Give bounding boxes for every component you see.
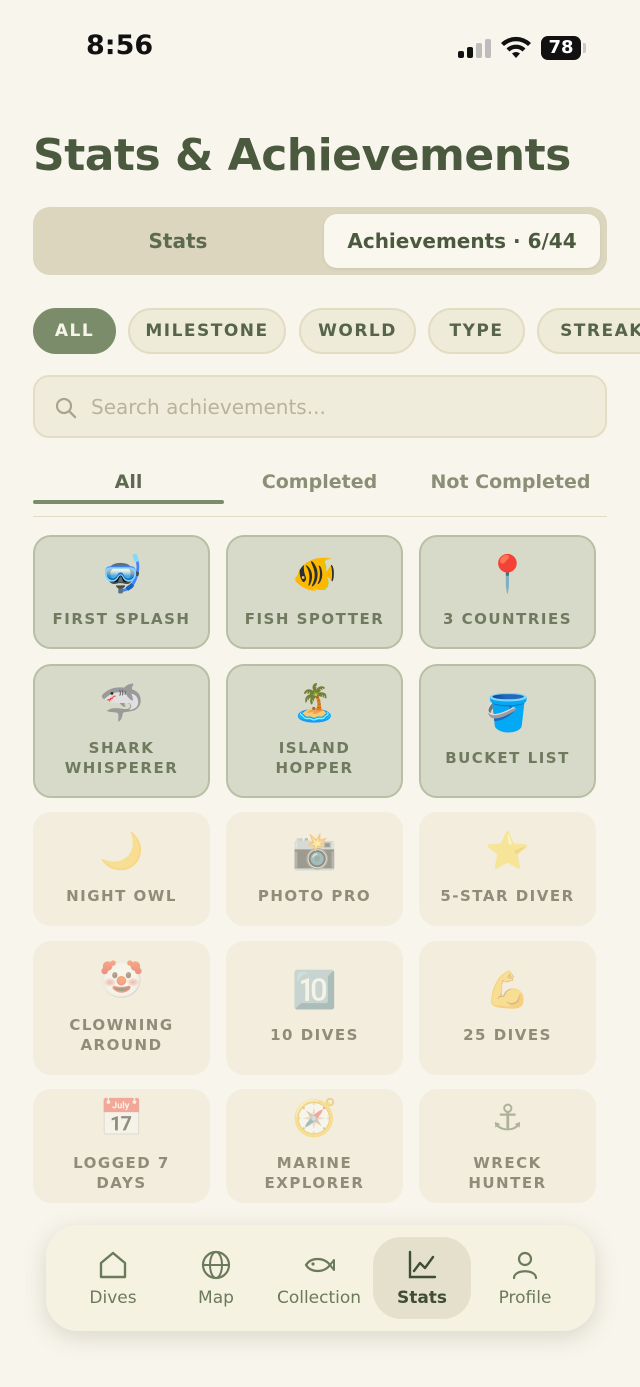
achievement-label: NIGHT OWL (66, 887, 177, 905)
search-bar (33, 375, 607, 438)
chip-milestone[interactable]: MILESTONE (128, 308, 286, 354)
achievement-emoji-icon: 📸 (292, 831, 337, 872)
achievement-label: SHARK WHISPERER (64, 739, 179, 777)
achievement-emoji-icon: ⭐ (485, 831, 530, 872)
fish-icon (304, 1257, 335, 1273)
achievement-tile[interactable]: 🤿 FIRST SPLASH (33, 535, 210, 649)
status-bar: 8:56 78 (0, 0, 640, 95)
tab-bar-item-profile[interactable]: Profile (476, 1237, 574, 1319)
achievement-emoji-icon: 🌙 (99, 831, 144, 872)
achievement-emoji-icon: 💪 (485, 970, 530, 1011)
achievement-emoji-icon: 🧭 (292, 1098, 337, 1139)
achievement-tile[interactable]: 📅 LOGGED 7 DAYS (33, 1089, 210, 1203)
achievement-emoji-icon: 🦈 (99, 683, 144, 724)
search-input[interactable] (91, 377, 591, 436)
achievement-emoji-icon: 🤡 (99, 960, 144, 1001)
chip-type[interactable]: TYPE (428, 308, 525, 354)
tab-completed[interactable]: Completed (224, 460, 415, 504)
battery-icon: 78 (541, 36, 581, 60)
chip-world[interactable]: WORLD (299, 308, 416, 354)
tab-bar-label: Dives (89, 1288, 137, 1308)
tab-bar-label: Profile (498, 1288, 552, 1308)
achievement-tile[interactable]: 🦈 SHARK WHISPERER (33, 664, 210, 798)
bottom-tab-bar: Dives Map Collection Stats Profile (46, 1225, 595, 1331)
active-tab-indicator (33, 500, 224, 504)
achievement-tile[interactable]: 📸 PHOTO PRO (226, 812, 403, 926)
achievement-label: CLOWNING AROUND (69, 1016, 174, 1054)
achievement-tile[interactable]: 🐠 FISH SPOTTER (226, 535, 403, 649)
achievement-tile[interactable]: 📍 3 COUNTRIES (419, 535, 596, 649)
tab-bar-item-stats[interactable]: Stats (373, 1237, 471, 1319)
tab-not-completed[interactable]: Not Completed (415, 460, 606, 504)
tab-bar-label: Map (198, 1288, 234, 1308)
wifi-icon (501, 36, 531, 58)
achievement-label: 3 COUNTRIES (442, 610, 573, 628)
tab-bar-item-collection[interactable]: Collection (270, 1237, 368, 1319)
achievement-label: MARINE EXPLORER (264, 1154, 365, 1192)
chip-streak[interactable]: STREAK (537, 308, 640, 354)
segment-stats[interactable]: Stats (33, 207, 323, 275)
achievement-emoji-icon: ⚓ (491, 1098, 524, 1139)
achievement-tile[interactable]: ⭐ 5-STAR DIVER (419, 812, 596, 926)
status-time: 8:56 (86, 30, 154, 61)
tab-bar-label: Collection (276, 1288, 362, 1308)
page-title: Stats & Achievements (33, 130, 571, 181)
achievement-emoji-icon: 🪣 (485, 693, 530, 734)
achievement-label: ISLAND HOPPER (275, 739, 354, 777)
achievement-label: 25 DIVES (463, 1026, 552, 1044)
achievement-label: LOGGED 7 DAYS (73, 1154, 170, 1192)
achievement-emoji-icon: 📅 (99, 1098, 144, 1139)
chart-line-icon (408, 1250, 437, 1279)
achievement-label: WRECK HUNTER (468, 1154, 547, 1192)
cellular-signal-icon (458, 38, 492, 58)
achievement-emoji-icon: 🐠 (292, 554, 337, 595)
tab-bar-item-dives[interactable]: Dives (64, 1237, 162, 1319)
achievement-tile[interactable]: 🏝️ ISLAND HOPPER (226, 664, 403, 798)
tab-bar-item-map[interactable]: Map (167, 1237, 265, 1319)
achievement-label: BUCKET LIST (445, 749, 570, 767)
search-icon (55, 397, 77, 419)
achievement-tile[interactable]: ⚓ WRECK HUNTER (419, 1089, 596, 1203)
category-chip-row: ALL MILESTONE WORLD TYPE STREAK (33, 308, 640, 354)
achievement-emoji-icon: 🤿 (99, 554, 144, 595)
achievement-label: PHOTO PRO (257, 887, 372, 905)
tab-all[interactable]: All (33, 460, 224, 504)
achievement-label: FIRST SPLASH (52, 610, 191, 628)
achievement-emoji-icon: 📍 (485, 554, 530, 595)
achievement-tile[interactable]: 💪 25 DIVES (419, 941, 596, 1075)
person-icon (512, 1251, 538, 1280)
achievement-emoji-icon: 🔟 (292, 970, 337, 1011)
achievement-tile[interactable]: 🪣 BUCKET LIST (419, 664, 596, 798)
achievement-tile[interactable]: 🤡 CLOWNING AROUND (33, 941, 210, 1075)
achievement-tile[interactable]: 🔟 10 DIVES (226, 941, 403, 1075)
tab-bar-label: Stats (396, 1288, 448, 1308)
achievement-tile[interactable]: 🌙 NIGHT OWL (33, 812, 210, 926)
achievement-tile[interactable]: 🧭 MARINE EXPLORER (226, 1089, 403, 1203)
achievement-emoji-icon: 🏝️ (292, 683, 337, 724)
globe-icon (201, 1250, 231, 1280)
stats-achievements-segmented-control: Stats Achievements · 6/44 (33, 207, 607, 275)
achievement-label: 10 DIVES (270, 1026, 359, 1044)
completion-filter-tabs: All Completed Not Completed (33, 460, 607, 517)
house-icon (99, 1251, 127, 1279)
battery-cap (583, 43, 586, 53)
segment-achievements[interactable]: Achievements · 6/44 (324, 214, 600, 268)
achievement-label: 5-STAR DIVER (440, 887, 575, 905)
achievement-label: FISH SPOTTER (244, 610, 385, 628)
chip-all[interactable]: ALL (33, 308, 116, 354)
